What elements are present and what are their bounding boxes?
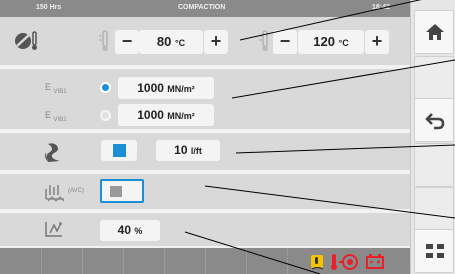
avc-label: (AVC) xyxy=(68,188,84,194)
compaction-screen: 150 Hrs COMPACTION 18:42 − 80 °C + − 120… xyxy=(0,0,455,274)
oil-temp-warning-icon xyxy=(311,255,324,270)
temp-left-value: 80 °C xyxy=(139,30,203,54)
battery-warning-icon xyxy=(366,254,384,269)
menu-button[interactable] xyxy=(414,229,454,273)
bar-divider xyxy=(287,248,288,274)
bar-divider xyxy=(205,248,206,274)
navigation-sidebar xyxy=(410,0,455,274)
hour-meter: 150 Hrs xyxy=(36,4,62,11)
bar-divider xyxy=(164,248,165,274)
flow-value: 10 l/ft xyxy=(156,140,220,161)
temp-left-decrease-button[interactable]: − xyxy=(115,30,139,54)
compaction-temperature-icon xyxy=(15,31,37,50)
vib1-label: E VIB1 xyxy=(45,82,67,95)
sidebar-empty-button[interactable] xyxy=(414,56,454,100)
flow-toggle-indicator xyxy=(113,144,126,157)
sidebar-empty-button[interactable] xyxy=(414,143,454,187)
thermometer-low-icon xyxy=(99,30,108,51)
status-bar: 150 Hrs COMPACTION 18:42 xyxy=(0,0,410,17)
bar-divider xyxy=(82,248,83,274)
brake-warning-icon xyxy=(339,254,358,270)
temp-right-value: 120 °C xyxy=(298,30,364,54)
vib1-value: 1000 MN/m² xyxy=(118,77,214,99)
home-icon xyxy=(426,24,444,40)
vib2-value: 1000 MN/m² xyxy=(118,104,214,126)
flow-toggle[interactable] xyxy=(101,140,137,161)
bar-divider xyxy=(41,248,42,274)
percentage-row: 40 % xyxy=(0,213,410,248)
back-button[interactable] xyxy=(414,98,454,142)
thermometer-high-icon xyxy=(259,30,268,51)
amplitude-icon xyxy=(45,222,62,237)
flow-row: 10 l/ft xyxy=(0,133,410,172)
grid-menu-icon xyxy=(426,244,444,258)
temp-right-increase-button[interactable]: + xyxy=(365,30,389,54)
percentage-value: 40 % xyxy=(100,220,160,241)
vib2-radio[interactable] xyxy=(100,110,111,121)
avc-toggle[interactable] xyxy=(100,179,144,203)
vib1-radio[interactable] xyxy=(100,82,111,93)
vib2-label: E VIB2 xyxy=(45,110,67,123)
vibration-row: E VIB1 1000 MN/m² E VIB2 1000 MN/m² xyxy=(0,69,410,131)
screen-title: COMPACTION xyxy=(178,4,226,11)
avc-vibration-icon xyxy=(45,185,65,202)
temperature-row: − 80 °C + − 120 °C + xyxy=(0,17,410,67)
bar-divider xyxy=(123,248,124,274)
clock: 18:42 xyxy=(372,4,390,11)
sidebar-empty-button[interactable] xyxy=(414,187,454,231)
home-button[interactable] xyxy=(414,10,454,54)
warning-bar xyxy=(0,248,410,274)
bar-divider xyxy=(246,248,247,274)
avc-toggle-knob xyxy=(110,186,122,197)
temp-right-decrease-button[interactable]: − xyxy=(273,30,297,54)
temp-left-increase-button[interactable]: + xyxy=(204,30,228,54)
coolant-warning-icon xyxy=(331,254,337,270)
avc-row: (AVC) xyxy=(0,174,410,211)
back-icon xyxy=(425,113,445,130)
water-spray-icon xyxy=(44,143,60,162)
